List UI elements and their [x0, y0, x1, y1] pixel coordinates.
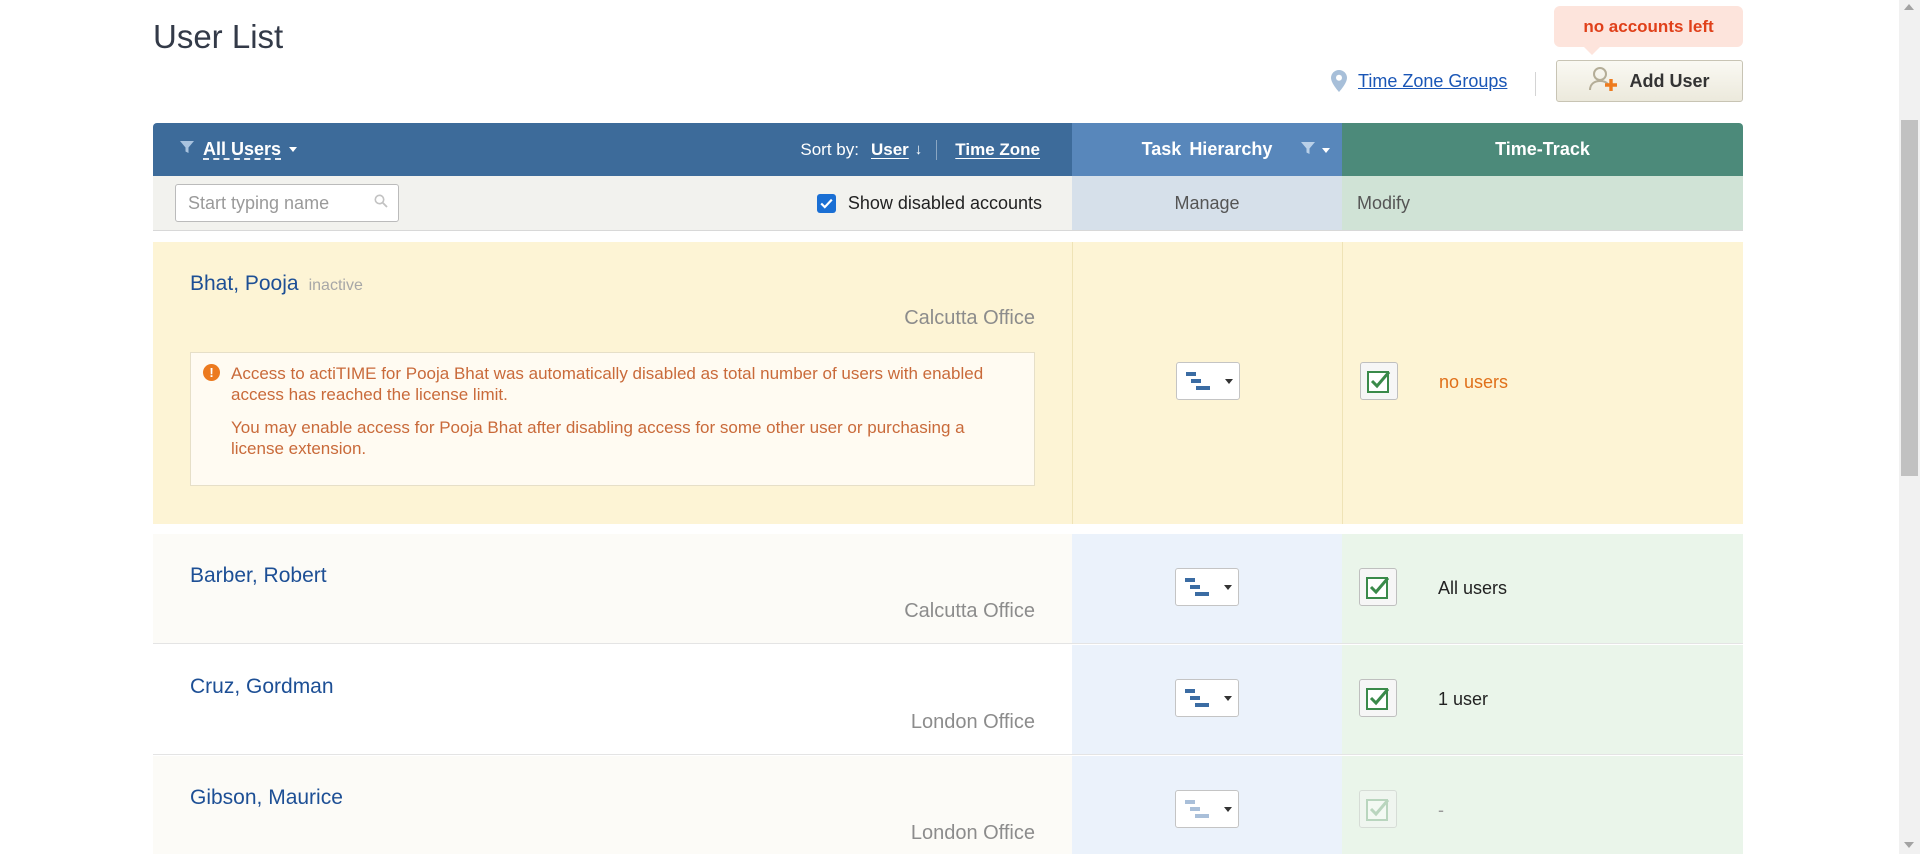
- show-disabled-toggle: Show disabled accounts: [816, 192, 1042, 214]
- time-zone-groups: Time Zone Groups: [1330, 69, 1507, 93]
- show-disabled-checkbox[interactable]: [816, 193, 836, 213]
- check-icon: [1367, 371, 1391, 393]
- timetrack-value: -: [1438, 800, 1444, 820]
- user-name-link[interactable]: Gibson, Maurice: [190, 786, 343, 810]
- warning-text: You may enable access for Pooja Bhat aft…: [231, 418, 965, 458]
- check-icon: [1366, 799, 1390, 821]
- chevron-down-icon: [1224, 584, 1232, 590]
- timetrack-modify-checkbox[interactable]: [1359, 790, 1397, 828]
- modify-subheader: Modify: [1342, 176, 1743, 231]
- task-hierarchy-dropdown[interactable]: [1175, 679, 1239, 717]
- user-name-link[interactable]: Bhat, Pooja inactive: [190, 272, 363, 296]
- scroll-down-icon[interactable]: [1904, 842, 1914, 848]
- filter-icon: [1300, 140, 1316, 161]
- task-hierarchy-title-word1: Task: [1141, 139, 1182, 159]
- page-title: User List: [153, 18, 284, 55]
- chevron-down-icon: [1224, 695, 1232, 701]
- sort-divider: [936, 139, 938, 160]
- timetrack-modify-checkbox[interactable]: [1360, 362, 1398, 400]
- add-user-icon: [1589, 66, 1619, 97]
- user-office: London Office: [910, 822, 1035, 844]
- user-office: Calcutta Office: [904, 307, 1035, 329]
- hierarchy-icon: [1185, 800, 1209, 818]
- check-icon: [1366, 688, 1390, 710]
- table-row: Cruz, Gordman London Office 1 user: [153, 645, 1743, 755]
- sort-by-timezone-link[interactable]: Time Zone: [955, 140, 1040, 160]
- user-status: inactive: [308, 277, 363, 294]
- scroll-up-icon[interactable]: [1904, 4, 1914, 10]
- sort-by-label: Sort by:: [800, 139, 859, 159]
- toolbar-divider: [1535, 72, 1536, 96]
- task-hierarchy-dropdown[interactable]: [1175, 790, 1239, 828]
- check-icon: [1366, 577, 1390, 599]
- manage-subheader: Manage: [1072, 176, 1342, 231]
- timetrack-modify-checkbox[interactable]: [1359, 679, 1397, 717]
- table-row: Gibson, Maurice London Office -: [153, 756, 1743, 854]
- vertical-scrollbar[interactable]: [1899, 0, 1920, 854]
- task-hierarchy-title-word2: Hierarchy: [1189, 139, 1273, 159]
- user-name-link[interactable]: Cruz, Gordman: [190, 675, 334, 699]
- add-user-button[interactable]: Add User: [1556, 60, 1743, 102]
- user-name-link[interactable]: Barber, Robert: [190, 564, 327, 588]
- sort-by: Sort by: User ↓ Time Zone: [800, 139, 1040, 160]
- user-office: Calcutta Office: [904, 600, 1035, 622]
- time-zone-groups-link[interactable]: Time Zone Groups: [1358, 71, 1507, 92]
- add-user-label: Add User: [1629, 70, 1710, 91]
- user-office: London Office: [910, 711, 1035, 733]
- all-users-label: All Users: [203, 139, 282, 159]
- license-warning: ! Access to actiTIME for Pooja Bhat was …: [190, 352, 1035, 486]
- chevron-down-icon: [289, 147, 298, 152]
- hierarchy-icon: [1186, 372, 1210, 390]
- chevron-down-icon: [1224, 806, 1232, 812]
- users-subheader: Show disabled accounts: [153, 176, 1072, 231]
- task-hierarchy-header: Task Hierarchy: [1072, 123, 1342, 176]
- search-box: [175, 184, 399, 222]
- users-header: All Users Sort by: User ↓ Time Zone: [153, 123, 1072, 176]
- search-icon: [374, 194, 388, 213]
- sort-descending-icon: ↓: [914, 141, 923, 158]
- exclamation-icon: !: [203, 364, 220, 381]
- timetrack-value: All users: [1438, 578, 1508, 598]
- hierarchy-icon: [1185, 689, 1209, 707]
- task-hierarchy-dropdown[interactable]: [1176, 362, 1240, 400]
- warning-text: Access to actiTIME for Pooja Bhat was au…: [231, 364, 984, 404]
- search-input[interactable]: [188, 192, 374, 214]
- timetrack-modify-checkbox[interactable]: [1359, 568, 1397, 606]
- scrollbar-thumb[interactable]: [1901, 120, 1918, 476]
- checkmark-icon: [820, 198, 833, 209]
- table-row: Barber, Robert Calcutta Office All users: [153, 534, 1743, 644]
- hierarchy-icon: [1185, 578, 1209, 596]
- timetrack-value: 1 user: [1438, 689, 1489, 709]
- chevron-down-icon: [1225, 378, 1233, 384]
- table-row: Bhat, Pooja inactive Calcutta Office ! Ac…: [153, 242, 1743, 524]
- sort-by-user-link[interactable]: User: [871, 140, 909, 160]
- chevron-down-icon: [1322, 148, 1330, 153]
- show-disabled-label: Show disabled accounts: [847, 192, 1042, 213]
- location-pin-icon: [1330, 69, 1348, 93]
- task-hierarchy-dropdown[interactable]: [1175, 568, 1239, 606]
- timetrack-header: Time-Track: [1342, 123, 1743, 176]
- task-hierarchy-filter[interactable]: [1300, 140, 1330, 161]
- filter-icon: [179, 139, 195, 160]
- timetrack-value: no users: [1439, 372, 1509, 392]
- no-accounts-tooltip: no accounts left: [1554, 6, 1743, 55]
- all-users-filter[interactable]: All Users: [179, 139, 298, 160]
